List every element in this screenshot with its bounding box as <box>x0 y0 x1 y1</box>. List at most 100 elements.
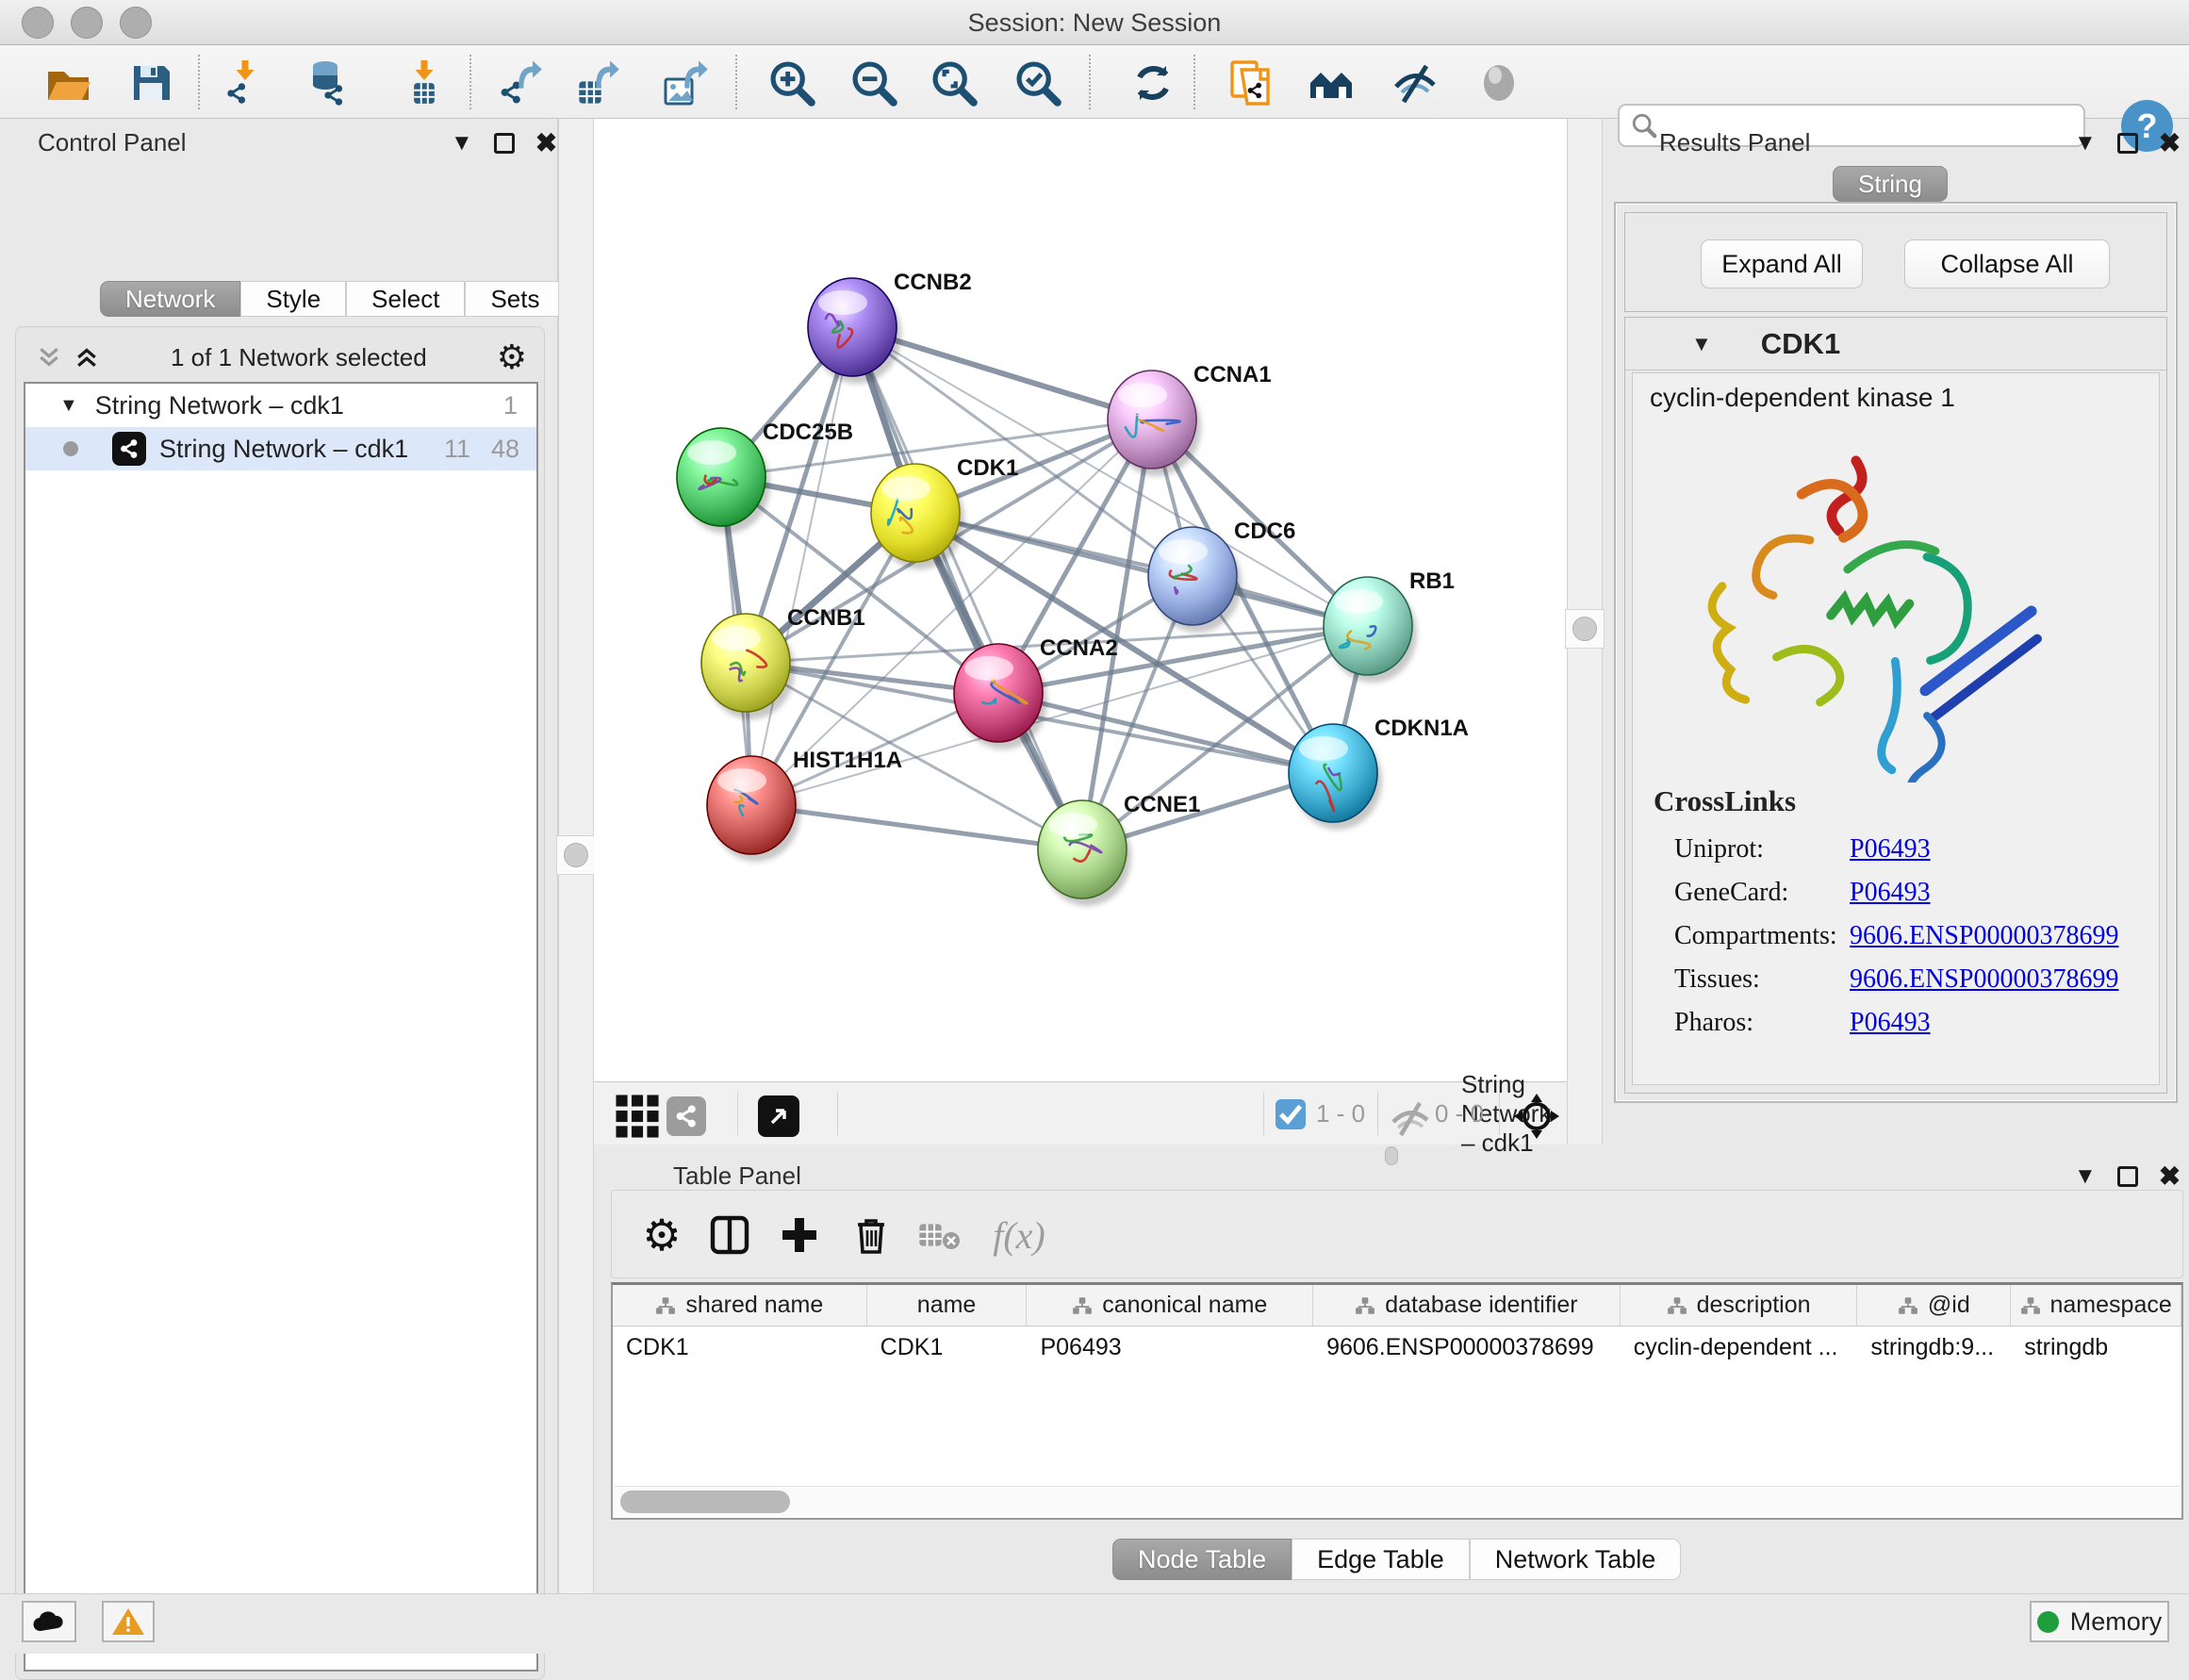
network-row[interactable]: String Network – cdk1 11 48 <box>25 427 536 470</box>
warning-icon[interactable] <box>102 1601 155 1642</box>
network-edge[interactable] <box>751 805 1082 849</box>
network-collection-row[interactable]: ▼ String Network – cdk1 1 <box>25 384 536 427</box>
cloud-status-icon[interactable] <box>22 1601 76 1642</box>
refresh-icon[interactable] <box>1127 57 1179 109</box>
grid-view-icon[interactable] <box>611 1090 664 1143</box>
right-splitter-handle[interactable] <box>1565 609 1605 649</box>
table-cell[interactable]: stringdb <box>2011 1326 2181 1368</box>
crosslink-link[interactable]: 9606.ENSP00000378699 <box>1850 921 2118 951</box>
tab-string[interactable]: String <box>1833 166 1948 202</box>
left-splitter-handle[interactable] <box>556 835 596 875</box>
add-column-icon[interactable] <box>772 1208 827 1262</box>
network-edge[interactable] <box>915 513 1368 626</box>
function-builder-icon[interactable]: f(x) <box>981 1208 1057 1262</box>
network-canvas[interactable]: CCNB2CCNA1CDC25BCDK1CDC6RB1CCNB1CCNA2CDK… <box>594 119 1567 1081</box>
import-network-database-icon[interactable] <box>299 57 352 109</box>
tab-style[interactable]: Style <box>240 281 346 317</box>
crosslink-link[interactable]: P06493 <box>1850 834 1931 865</box>
export-image-icon[interactable] <box>660 57 713 109</box>
table-cell[interactable]: stringdb:9... <box>1857 1326 2011 1368</box>
network-node-ccnb1[interactable]: CCNB1 <box>701 605 865 719</box>
import-network-file-icon[interactable] <box>219 57 272 109</box>
close-panel-icon[interactable]: ✖ <box>2159 1163 2181 1190</box>
window-minimize-light[interactable] <box>71 7 103 39</box>
network-node-cdc6[interactable]: CDC6 <box>1148 519 1295 633</box>
crosslink-label: Compartments: <box>1674 921 1850 951</box>
collapse-all-networks-icon[interactable] <box>73 343 101 371</box>
tab-network[interactable]: Network <box>100 281 240 317</box>
float-panel-icon[interactable] <box>2117 1166 2138 1187</box>
column-header-name[interactable]: name <box>867 1285 1028 1326</box>
table-cell[interactable]: CDK1 <box>613 1326 867 1368</box>
column-header--id[interactable]: @id <box>1857 1285 2011 1326</box>
zoom-out-icon[interactable] <box>848 57 900 109</box>
column-header-shared-name[interactable]: shared name <box>613 1285 867 1326</box>
network-options-gear-icon[interactable]: ⚙ <box>497 338 527 377</box>
close-panel-icon[interactable]: ✖ <box>535 130 557 156</box>
column-header-description[interactable]: description <box>1621 1285 1858 1326</box>
crosslink-link[interactable]: P06493 <box>1850 1008 1931 1038</box>
panel-menu-icon[interactable]: ▼ <box>2074 132 2097 155</box>
zoom-selected-icon[interactable] <box>1012 57 1064 109</box>
network-node-cdc25b[interactable]: CDC25B <box>677 420 853 534</box>
zoom-in-icon[interactable] <box>765 57 818 109</box>
window-close-light[interactable] <box>22 7 54 39</box>
delete-column-icon[interactable] <box>844 1208 898 1262</box>
column-header-namespace[interactable]: namespace <box>2011 1285 2181 1326</box>
network-node-ccna2[interactable]: CCNA2 <box>954 635 1118 749</box>
column-header-database-identifier[interactable]: database identifier <box>1313 1285 1621 1326</box>
expand-all-networks-icon[interactable] <box>35 343 63 371</box>
crosslink-link[interactable]: P06493 <box>1850 878 1931 908</box>
open-view-icon[interactable] <box>752 1090 805 1143</box>
table-cell[interactable]: CDK1 <box>867 1326 1028 1368</box>
first-neighbors-icon[interactable] <box>1225 57 1277 109</box>
float-panel-icon[interactable] <box>494 133 515 154</box>
selected-checkbox-icon[interactable] <box>1275 1098 1307 1130</box>
delete-table-icon[interactable] <box>912 1208 966 1262</box>
export-network-icon[interactable] <box>494 57 547 109</box>
zoom-fit-icon[interactable] <box>928 57 980 109</box>
show-columns-icon[interactable] <box>702 1208 757 1262</box>
right-splitter[interactable] <box>1567 119 1603 1145</box>
export-table-icon[interactable] <box>571 57 624 109</box>
tab-node-table[interactable]: Node Table <box>1112 1539 1292 1580</box>
network-node-ccne1[interactable]: CCNE1 <box>1038 792 1200 906</box>
table-horizontal-scrollbar[interactable] <box>615 1486 2180 1516</box>
hide-selected-icon[interactable] <box>1389 57 1441 109</box>
tab-sets[interactable]: Sets <box>465 281 565 317</box>
show-all-icon[interactable] <box>1473 57 1525 109</box>
network-node-hist1h1a[interactable]: HIST1H1A <box>707 748 902 862</box>
string-home-icon[interactable] <box>1305 57 1358 109</box>
import-table-file-icon[interactable] <box>398 57 451 109</box>
scrollbar-thumb[interactable] <box>620 1491 790 1513</box>
tab-network-table[interactable]: Network Table <box>1470 1539 1682 1580</box>
left-splitter[interactable] <box>558 119 594 1593</box>
network-node-ccnb2[interactable]: CCNB2 <box>808 270 972 384</box>
save-session-icon[interactable] <box>124 57 177 109</box>
crosslink-link[interactable]: 9606.ENSP00000378699 <box>1850 964 2118 995</box>
tab-select[interactable]: Select <box>346 281 465 317</box>
network-node-ccna1[interactable]: CCNA1 <box>1108 362 1272 476</box>
memory-button[interactable]: Memory <box>2030 1601 2169 1642</box>
collapse-gene-icon[interactable]: ▼ <box>1691 332 1712 356</box>
birdseye-target-icon[interactable] <box>1510 1090 1563 1143</box>
tab-edge-table[interactable]: Edge Table <box>1292 1539 1470 1580</box>
table-row[interactable]: CDK1CDK1P064939606.ENSP00000378699cyclin… <box>613 1326 2181 1368</box>
expand-all-button[interactable]: Expand All <box>1701 239 1863 288</box>
table-options-gear-icon[interactable]: ⚙ <box>634 1208 689 1262</box>
collapse-arrow-icon[interactable]: ▼ <box>59 395 78 417</box>
network-node-rb1[interactable]: RB1 <box>1324 568 1455 683</box>
close-panel-icon[interactable]: ✖ <box>2159 130 2181 156</box>
float-panel-icon[interactable] <box>2117 133 2138 154</box>
table-cell[interactable]: cyclin-dependent ... <box>1621 1326 1858 1368</box>
collapse-all-button[interactable]: Collapse All <box>1904 239 2110 288</box>
window-zoom-light[interactable] <box>120 7 152 39</box>
panel-menu-icon[interactable]: ▼ <box>451 132 473 155</box>
string-view-icon[interactable] <box>660 1090 713 1143</box>
table-cell[interactable]: P06493 <box>1027 1326 1313 1368</box>
table-cell[interactable]: 9606.ENSP00000378699 <box>1313 1326 1621 1368</box>
panel-menu-icon[interactable]: ▼ <box>2074 1165 2097 1188</box>
open-session-icon[interactable] <box>41 57 94 109</box>
column-header-canonical-name[interactable]: canonical name <box>1027 1285 1313 1326</box>
network-node-cdkn1a[interactable]: CDKN1A <box>1289 716 1469 830</box>
